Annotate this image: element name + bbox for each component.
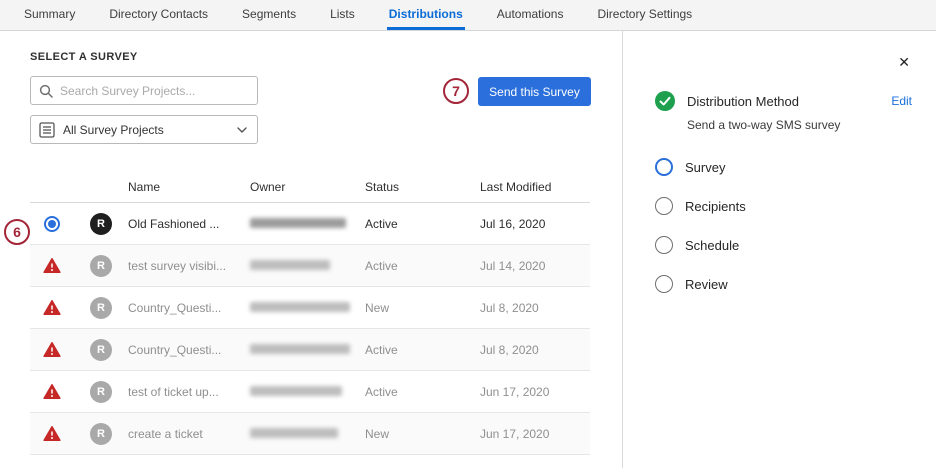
table-row[interactable]: R test of ticket up... Active Jun 17, 20… [30, 371, 590, 413]
owner-blurred [250, 259, 365, 273]
tab-segments[interactable]: Segments [240, 0, 298, 30]
survey-status: Active [365, 385, 480, 399]
tab-directory-settings[interactable]: Directory Settings [595, 0, 694, 30]
step-schedule[interactable]: Schedule [655, 235, 912, 255]
step-label: Survey [685, 160, 912, 175]
survey-name: create a ticket [128, 427, 250, 441]
survey-avatar: R [90, 255, 112, 277]
survey-avatar: R [90, 339, 112, 361]
search-input[interactable] [60, 84, 249, 98]
column-last-modified: Last Modified [480, 180, 576, 194]
step-label: Recipients [685, 199, 912, 214]
survey-name: test survey visibi... [128, 259, 250, 273]
survey-status: Active [365, 217, 480, 231]
list-view-icon [39, 122, 55, 138]
survey-modified: Jul 8, 2020 [480, 301, 576, 315]
step-label: Schedule [685, 238, 912, 253]
survey-modified: Jul 16, 2020 [480, 217, 576, 231]
survey-avatar: R [90, 297, 112, 319]
step-recipients[interactable]: Recipients [655, 196, 912, 216]
survey-avatar: R [90, 423, 112, 445]
chevron-down-icon [237, 127, 247, 133]
table-row[interactable]: R create a ticket New Jun 17, 2020 [30, 413, 590, 455]
survey-status: Active [365, 259, 480, 273]
owner-blurred [250, 301, 365, 315]
owner-blurred [250, 343, 365, 357]
tab-summary[interactable]: Summary [22, 0, 77, 30]
survey-status: New [365, 427, 480, 441]
table-row[interactable]: R Country_Questi... Active Jul 8, 2020 [30, 329, 590, 371]
search-box[interactable] [30, 76, 258, 105]
survey-avatar: R [90, 381, 112, 403]
table-row[interactable]: R Old Fashioned ... Active Jul 16, 2020 [30, 203, 590, 245]
step-subtitle: Send a two-way SMS survey [687, 117, 912, 133]
table-row[interactable]: R Country_Questi... New Jul 8, 2020 [30, 287, 590, 329]
owner-blurred [250, 217, 365, 231]
warning-icon [43, 425, 61, 442]
tab-automations[interactable]: Automations [495, 0, 566, 30]
survey-modified: Jun 17, 2020 [480, 385, 576, 399]
column-owner: Owner [250, 180, 365, 194]
survey-name: Country_Questi... [128, 343, 250, 357]
survey-modified: Jun 17, 2020 [480, 427, 576, 441]
top-nav: Summary Directory Contacts Segments List… [0, 0, 936, 31]
owner-blurred [250, 427, 365, 441]
table-row[interactable]: R test survey visibi... Active Jul 14, 2… [30, 245, 590, 287]
wizard-steps: Distribution Method Edit Send a two-way … [655, 91, 912, 313]
warning-icon [43, 341, 61, 358]
step-label: Review [685, 277, 912, 292]
tab-lists[interactable]: Lists [328, 0, 357, 30]
survey-table: Name Owner Status Last Modified R Old Fa… [30, 172, 590, 455]
distribution-wizard-panel: ✕ Distribution Method Edit Send a two-wa… [622, 31, 936, 468]
survey-status: New [365, 301, 480, 315]
warning-icon [43, 257, 61, 274]
send-this-survey-button[interactable]: Send this Survey [478, 77, 591, 106]
check-circle-icon [655, 91, 675, 111]
warning-icon [43, 299, 61, 316]
page-title: SELECT A SURVEY [30, 51, 138, 63]
owner-blurred [250, 385, 365, 399]
survey-status: Active [365, 343, 480, 357]
step-survey[interactable]: Survey [655, 157, 912, 177]
tab-directory-contacts[interactable]: Directory Contacts [107, 0, 210, 30]
project-filter-dropdown[interactable]: All Survey Projects [30, 115, 258, 144]
edit-link[interactable]: Edit [891, 94, 912, 108]
survey-name: Country_Questi... [128, 301, 250, 315]
step-label: Distribution Method [687, 94, 879, 109]
annotation-callout-6: 6 [4, 219, 30, 245]
pending-step-icon [655, 236, 673, 254]
main-content: SELECT A SURVEY All Survey Projects [0, 31, 622, 468]
survey-avatar: R [90, 213, 112, 235]
survey-name: test of ticket up... [128, 385, 250, 399]
radio-selected-icon[interactable] [44, 216, 60, 232]
project-filter-value: All Survey Projects [63, 123, 229, 137]
pending-step-icon [655, 275, 673, 293]
table-header: Name Owner Status Last Modified [30, 172, 590, 203]
tab-distributions[interactable]: Distributions [387, 0, 465, 30]
survey-modified: Jul 14, 2020 [480, 259, 576, 273]
current-step-icon [655, 158, 673, 176]
survey-name: Old Fashioned ... [128, 217, 250, 231]
step-review[interactable]: Review [655, 274, 912, 294]
page: Summary Directory Contacts Segments List… [0, 0, 936, 468]
column-status: Status [365, 180, 480, 194]
search-icon [39, 84, 53, 98]
warning-icon [43, 383, 61, 400]
annotation-callout-7: 7 [443, 78, 469, 104]
pending-step-icon [655, 197, 673, 215]
column-name: Name [128, 180, 250, 194]
step-distribution-method[interactable]: Distribution Method Edit [655, 91, 912, 111]
close-icon[interactable]: ✕ [898, 55, 910, 69]
survey-modified: Jul 8, 2020 [480, 343, 576, 357]
